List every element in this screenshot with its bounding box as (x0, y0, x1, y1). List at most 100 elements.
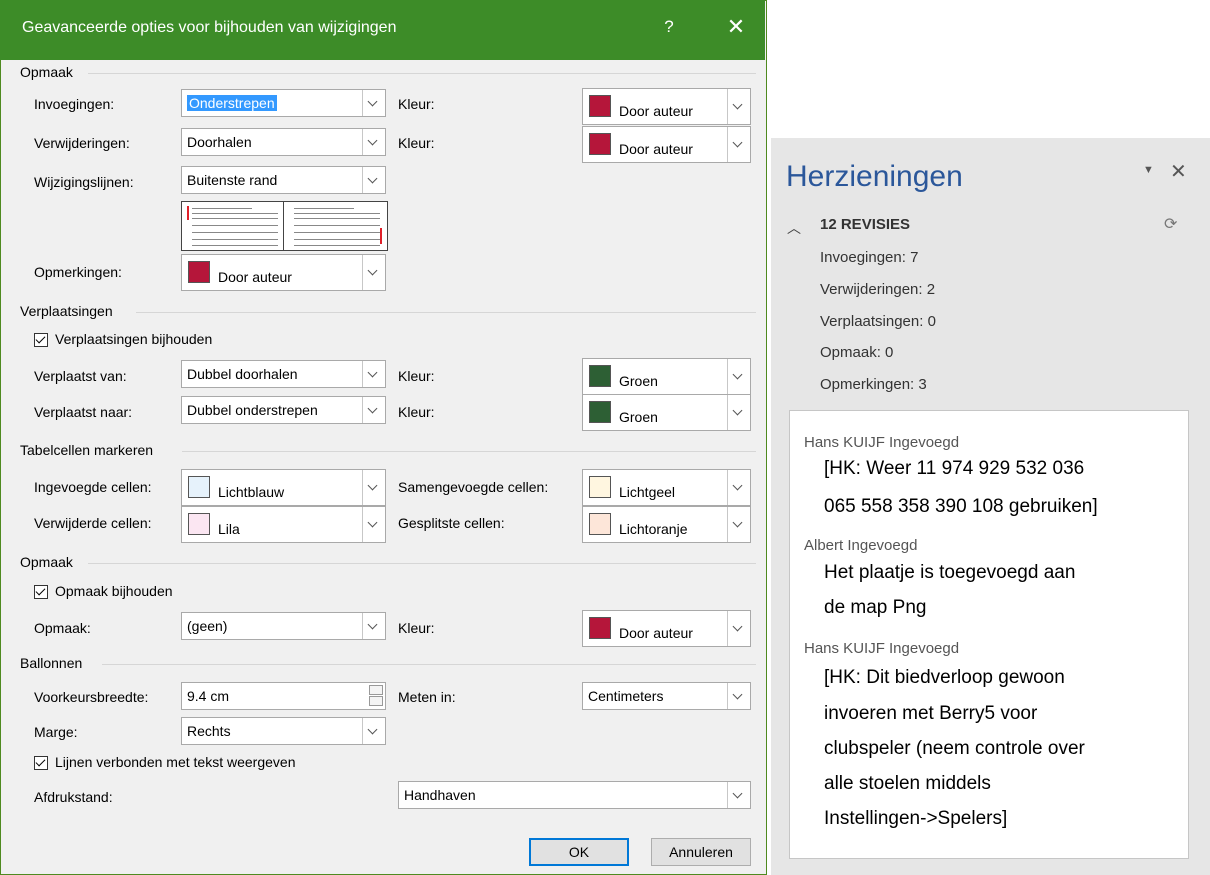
chevron-down-icon[interactable] (362, 255, 385, 290)
comments-color-dropdown[interactable]: Door auteur (181, 254, 386, 291)
section-divider (102, 664, 756, 665)
changed-lines-dropdown[interactable]: Buitenste rand (181, 166, 386, 194)
preferred-width-value: 9.4 cm (187, 688, 230, 704)
chevron-down-icon[interactable] (362, 361, 385, 387)
deletions-label: Verwijderingen: (34, 135, 130, 151)
deleted-cells-dropdown[interactable]: Lila (181, 506, 386, 543)
inserted-cells-dropdown[interactable]: Lichtblauw (181, 469, 386, 506)
section-divider (88, 563, 756, 564)
split-cells-dropdown[interactable]: Lichtoranje (582, 506, 751, 543)
color-swatch (188, 261, 210, 283)
moved-to-color-dropdown[interactable]: Groen (582, 394, 751, 431)
moved-to-color-value: Groen (619, 409, 658, 425)
chevron-down-icon[interactable] (362, 90, 385, 116)
deletions-color-dropdown[interactable]: Door auteur (582, 126, 751, 163)
show-lines-checkbox[interactable] (34, 756, 48, 770)
print-orientation-value: Handhaven (404, 787, 476, 803)
comments-label: Opmerkingen: (34, 264, 122, 280)
moved-from-dropdown[interactable]: Dubbel doorhalen (181, 360, 386, 388)
comment-text-line: alle stoelen middels (824, 773, 991, 794)
section-divider (88, 73, 756, 74)
track-moves-label: Verplaatsingen bijhouden (55, 331, 213, 347)
show-lines-label: Lijnen verbonden met tekst weergeven (55, 754, 296, 770)
insertions-value: Onderstrepen (187, 95, 277, 111)
formatting-color-dropdown[interactable]: Door auteur (582, 610, 751, 647)
moved-to-dropdown[interactable]: Dubbel onderstrepen (181, 396, 386, 424)
formatting-color-value: Door auteur (619, 625, 693, 641)
measure-in-dropdown[interactable]: Centimeters (582, 682, 751, 710)
stat-insertions: Invoegingen: 7 (820, 249, 919, 266)
insertions-color-dropdown[interactable]: Door auteur (582, 88, 751, 125)
stat-deletions: Verwijderingen: 2 (820, 281, 936, 298)
track-formatting-checkbox[interactable] (34, 585, 48, 599)
chevron-down-icon[interactable] (362, 129, 385, 155)
comment-text-line: Het plaatje is toegevoegd aan (824, 562, 1076, 583)
spinner-arrows[interactable] (369, 685, 383, 707)
chevron-down-icon[interactable] (727, 89, 750, 124)
moved-from-color-label: Kleur: (398, 368, 435, 384)
print-orientation-label: Afdrukstand: (34, 789, 113, 805)
pane-title: Herzieningen (786, 160, 963, 193)
comment-text-line: de map Png (824, 597, 927, 618)
stat-comments: Opmerkingen: 3 (820, 376, 927, 393)
color-swatch (188, 476, 210, 498)
chevron-down-icon[interactable] (362, 167, 385, 193)
dialog-title: Geavanceerde opties voor bijhouden van w… (22, 19, 397, 36)
insertions-color-label: Kleur: (398, 96, 435, 112)
inserted-cells-label: Ingevoegde cellen: (34, 479, 152, 495)
chevron-down-icon[interactable] (727, 127, 750, 162)
help-button[interactable]: ? (657, 17, 681, 37)
measure-in-value: Centimeters (588, 688, 664, 704)
formatting-value: (geen) (187, 618, 228, 634)
close-button[interactable]: ✕ (724, 14, 748, 40)
chevron-down-icon[interactable] (727, 507, 750, 542)
chevron-down-icon[interactable] (727, 782, 750, 808)
split-cells-value: Lichtoranje (619, 521, 688, 537)
change-lines-preview (181, 201, 388, 251)
chevron-down-icon[interactable] (362, 718, 385, 744)
color-swatch (589, 476, 611, 498)
formatting-dropdown[interactable]: (geen) (181, 612, 386, 640)
chevron-down-icon[interactable] (727, 359, 750, 394)
section-divider (136, 312, 756, 313)
pane-menu-icon[interactable]: ▼ (1143, 164, 1154, 176)
merged-cells-value: Lichtgeel (619, 484, 676, 500)
chevron-down-icon[interactable] (362, 397, 385, 423)
split-cells-label: Gesplitste cellen: (398, 515, 505, 531)
color-swatch (589, 617, 611, 639)
insertions-dropdown[interactable]: Onderstrepen (181, 89, 386, 117)
moved-from-label: Verplaatst van: (34, 368, 127, 384)
stat-moves: Verplaatsingen: 0 (820, 313, 936, 330)
cancel-button[interactable]: Annuleren (651, 838, 751, 866)
refresh-icon[interactable]: ⟳ (1164, 214, 1177, 234)
spin-up-icon[interactable] (369, 685, 383, 695)
deletions-dropdown[interactable]: Doorhalen (181, 128, 386, 156)
section-divider (182, 451, 756, 452)
insertions-color-value: Door auteur (619, 103, 693, 119)
comment-author: Hans KUIJF Ingevoegd (804, 640, 960, 657)
chevron-down-icon[interactable] (727, 395, 750, 430)
merged-cells-dropdown[interactable]: Lichtgeel (582, 469, 751, 506)
preferred-width-spinner[interactable]: 9.4 cm (181, 682, 386, 710)
color-swatch (188, 513, 210, 535)
comment-text-line: clubspeler (neem controle over (824, 738, 1085, 759)
chevron-down-icon[interactable] (362, 470, 385, 505)
chevron-down-icon[interactable] (727, 683, 750, 709)
pane-close-icon[interactable]: ✕ (1170, 159, 1187, 184)
print-orientation-dropdown[interactable]: Handhaven (398, 781, 751, 809)
ok-button[interactable]: OK (529, 838, 629, 866)
measure-in-label: Meten in: (398, 689, 456, 705)
moved-to-color-label: Kleur: (398, 404, 435, 420)
margin-value: Rechts (187, 723, 231, 739)
chevron-down-icon[interactable] (727, 470, 750, 505)
section-formatting: Opmaak (20, 554, 73, 570)
margin-dropdown[interactable]: Rechts (181, 717, 386, 745)
chevron-down-icon[interactable] (362, 613, 385, 639)
chevron-down-icon[interactable] (727, 611, 750, 646)
collapse-icon[interactable]: ︿ (787, 218, 801, 238)
spin-down-icon[interactable] (369, 696, 383, 706)
moved-from-color-dropdown[interactable]: Groen (582, 358, 751, 395)
comments-color-value: Door auteur (218, 269, 292, 285)
track-moves-checkbox[interactable] (34, 333, 48, 347)
chevron-down-icon[interactable] (362, 507, 385, 542)
